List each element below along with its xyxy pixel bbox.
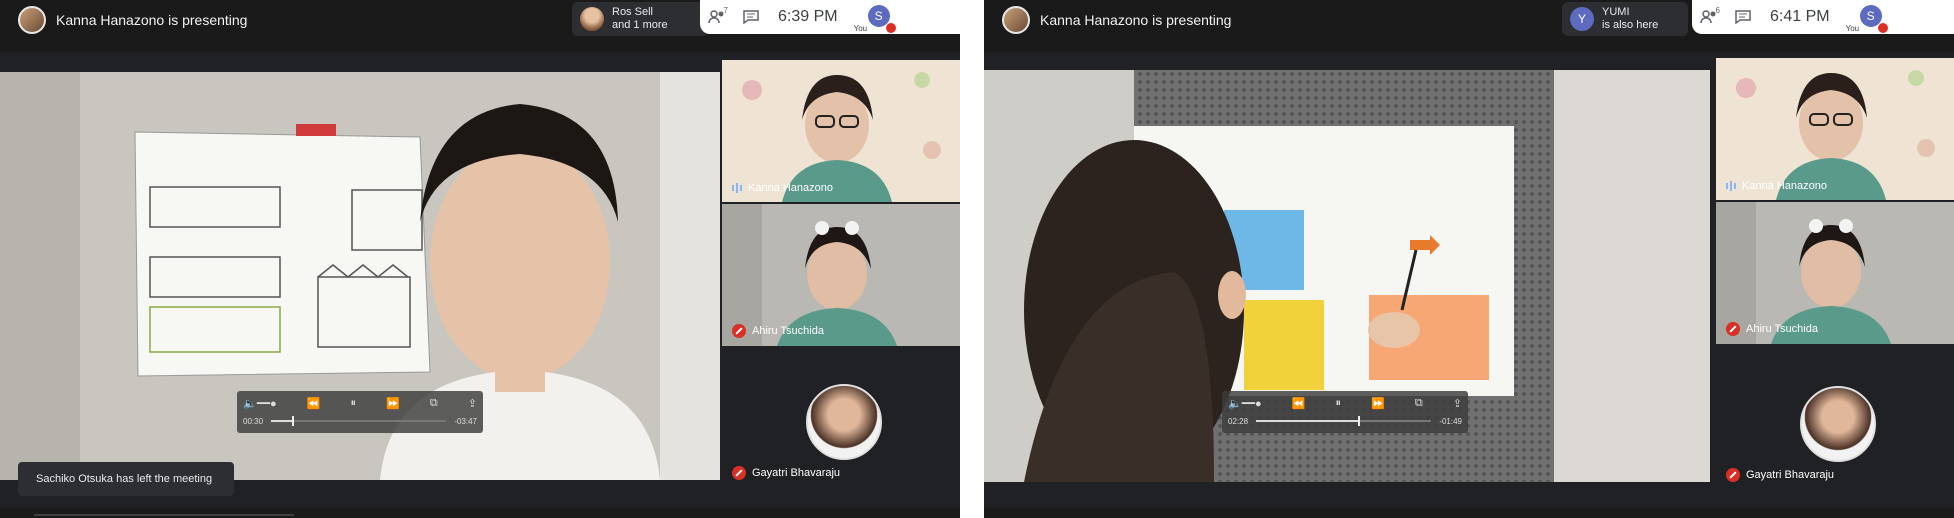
people-icon[interactable]: 6 [1692, 0, 1726, 34]
people-count: 7 [723, 6, 728, 15]
pip-icon[interactable]: ⧉ [430, 397, 438, 410]
meeting-controls: 6 6:41 PM You S [1692, 0, 1954, 34]
bottom-strip [984, 508, 1954, 518]
audio-level-icon [1726, 181, 1736, 191]
notification-toast: Sachiko Otsuka has left the meeting [18, 462, 234, 496]
participant-tile[interactable]: Gayatri Bhavaraju [722, 348, 960, 488]
share-icon[interactable]: ⇪ [1453, 397, 1462, 410]
people-count: 6 [1715, 6, 1720, 15]
remaining-time: -03:47 [454, 416, 477, 426]
participant-video [1716, 58, 1954, 200]
participant-tile[interactable]: Ahiru Tsuchida [722, 204, 960, 346]
presenter-avatar [18, 6, 46, 34]
progress-fill [1256, 420, 1358, 422]
fast-forward-icon[interactable]: ⏩ [1371, 397, 1385, 410]
presenting-text: Kanna Hanazono is presenting [1040, 12, 1232, 28]
meeting-window-right: Kanna Hanazono is presenting Y YUMI is a… [984, 0, 1954, 518]
chat-icon[interactable] [1726, 0, 1760, 34]
fast-forward-icon[interactable]: ⏩ [386, 397, 400, 410]
pill-line2: is also here [1602, 19, 1659, 31]
pill-line2: and 1 more [612, 19, 668, 31]
pause-icon[interactable]: ⏸ [350, 397, 356, 410]
you-label: You [1845, 24, 1860, 33]
rewind-icon[interactable]: ⏪ [307, 397, 321, 410]
mic-off-icon [885, 23, 896, 33]
participant-avatar [1800, 386, 1876, 462]
participant-avatar [580, 7, 604, 31]
people-icon[interactable]: 7 [700, 0, 734, 34]
self-view[interactable]: You S [852, 0, 896, 34]
volume-icon[interactable]: 🔈━━● [1228, 397, 1262, 410]
participants-pill[interactable]: Y YUMI is also here [1562, 2, 1688, 36]
participant-name: Kanna Hanazono [1742, 180, 1828, 192]
mic-off-icon [1726, 322, 1740, 336]
progress-knob[interactable] [1357, 416, 1360, 426]
presenter-banner: Kanna Hanazono is presenting [1002, 6, 1231, 34]
participant-tile[interactable]: Kanna Hanazono [722, 60, 960, 202]
progress-track[interactable] [271, 416, 447, 426]
participant-tile[interactable]: Gayatri Bhavaraju [1716, 346, 1954, 490]
participants-pill[interactable]: Ros Sell and 1 more [572, 2, 708, 36]
bottom-strip [0, 508, 960, 518]
chat-icon[interactable] [734, 0, 768, 34]
pill-line1: Ros Sell [612, 6, 653, 18]
participant-video [722, 60, 960, 202]
meeting-window-left: Kanna Hanazono is presenting Ros Sell an… [0, 0, 960, 518]
you-label: You [853, 24, 868, 33]
progress-knob[interactable] [292, 416, 295, 426]
self-view[interactable]: You S [1844, 0, 1888, 34]
participant-tile[interactable]: Ahiru Tsuchida [1716, 202, 1954, 344]
participant-avatar [806, 384, 882, 460]
participant-tile[interactable]: Kanna Hanazono [1716, 58, 1954, 200]
video-player-controls[interactable]: 🔈━━● ⏪ ⏸ ⏩ ⧉ ⇪ 02:28 -01:49 [1222, 391, 1468, 433]
clock: 6:41 PM [1770, 8, 1830, 25]
participant-name: Ahiru Tsuchida [1746, 323, 1818, 335]
audio-level-icon [732, 183, 742, 193]
elapsed-time: 02:28 [1228, 416, 1249, 426]
progress-track[interactable] [1256, 416, 1432, 426]
meeting-controls: 7 6:39 PM You S [700, 0, 960, 34]
share-icon[interactable]: ⇪ [468, 397, 477, 410]
pip-icon[interactable]: ⧉ [1415, 397, 1423, 410]
mic-off-icon [1877, 23, 1888, 33]
participant-name: Gayatri Bhavaraju [1746, 469, 1835, 481]
participant-name: Kanna Hanazono [748, 182, 834, 194]
presenter-avatar [1002, 6, 1030, 34]
progress-fill [271, 420, 293, 422]
clock: 6:39 PM [778, 8, 838, 25]
remaining-time: -01:49 [1439, 416, 1462, 426]
top-bar: Kanna Hanazono is presenting Ros Sell an… [0, 0, 960, 52]
participant-name: Ahiru Tsuchida [752, 325, 824, 337]
rewind-icon[interactable]: ⏪ [1292, 397, 1306, 410]
pill-line1: YUMI [1602, 6, 1630, 18]
pause-icon[interactable]: ⏸ [1335, 397, 1341, 410]
participant-avatar: Y [1570, 7, 1594, 31]
mic-off-icon [732, 466, 746, 480]
presenter-banner: Kanna Hanazono is presenting [18, 6, 247, 34]
volume-icon[interactable]: 🔈━━● [243, 397, 277, 410]
video-player-controls[interactable]: 🔈━━● ⏪ ⏸ ⏩ ⧉ ⇪ 00:30 -03:47 [237, 391, 483, 433]
participant-name: Gayatri Bhavaraju [752, 467, 841, 479]
elapsed-time: 00:30 [243, 416, 264, 426]
presenting-text: Kanna Hanazono is presenting [56, 12, 248, 28]
mic-off-icon [1726, 468, 1740, 482]
top-bar: Kanna Hanazono is presenting Y YUMI is a… [984, 0, 1954, 52]
mic-off-icon [732, 324, 746, 338]
